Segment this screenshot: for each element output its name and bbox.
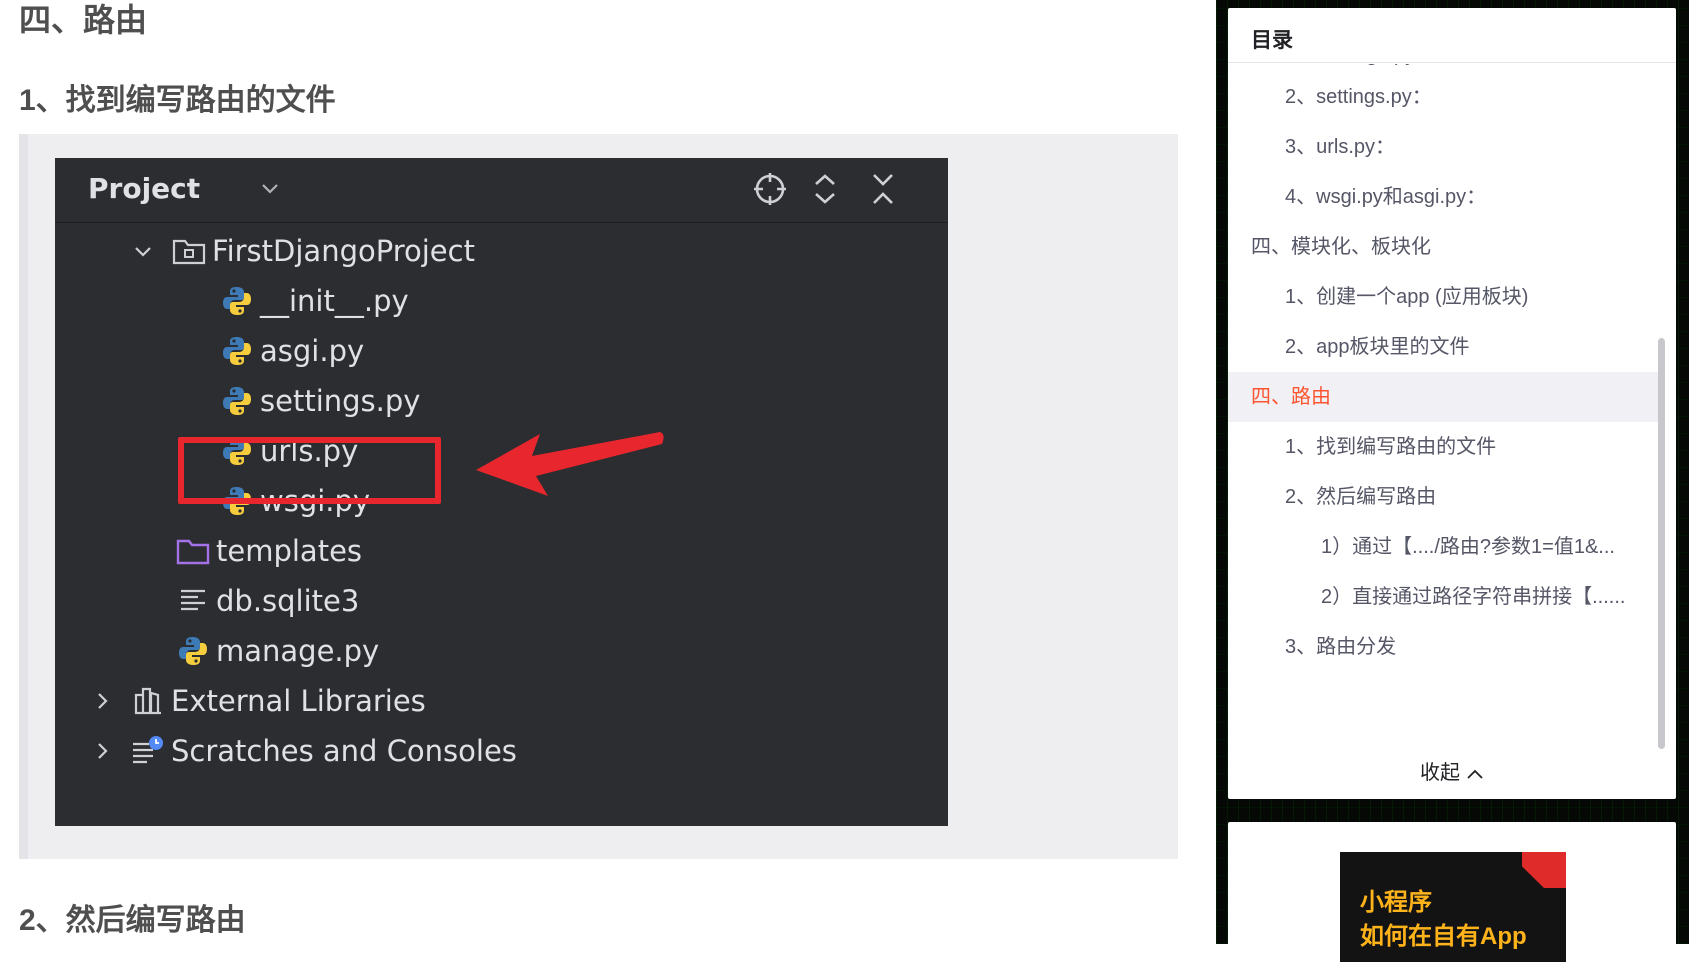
toc-item[interactable]: 4、wsgi.py和asgi.py： bbox=[1228, 172, 1658, 222]
tree-file-init: __init__.py bbox=[218, 281, 409, 321]
toc-item[interactable]: 2、app板块里的文件 bbox=[1228, 322, 1658, 372]
toc-scrollbar[interactable] bbox=[1658, 338, 1665, 749]
ad-subline: 如何在自有App bbox=[1360, 923, 1527, 950]
tree-item-label: External Libraries bbox=[171, 684, 426, 718]
toc-item-active[interactable]: 四、路由 bbox=[1228, 372, 1658, 422]
tree-item-label: settings.py bbox=[260, 384, 421, 418]
red-arrow-icon bbox=[476, 432, 664, 496]
expand-collapse-icon bbox=[815, 174, 835, 204]
collapse-all-icon bbox=[873, 174, 893, 204]
tree-item-label: templates bbox=[216, 534, 363, 568]
chevron-right-icon bbox=[87, 736, 117, 766]
tree-folder-templates: templates bbox=[174, 531, 362, 571]
ide-panel-header: Project bbox=[55, 158, 948, 223]
toc-item[interactable]: 2、settings.py： bbox=[1228, 72, 1658, 122]
tree-scratches: Scratches and Consoles bbox=[87, 731, 517, 771]
toc-item[interactable]: 1、创建一个app (应用板块) bbox=[1228, 272, 1658, 322]
python-icon bbox=[218, 384, 256, 418]
ad-banner[interactable]: 小程序 如何在自有App bbox=[1340, 852, 1566, 962]
chevron-up-icon bbox=[1467, 769, 1483, 779]
chevron-right-icon bbox=[87, 686, 117, 716]
ad-card[interactable]: 小程序 如何在自有App bbox=[1228, 822, 1676, 962]
tree-file-manage: manage.py bbox=[174, 631, 379, 671]
toc-collapse-button[interactable]: 收起 bbox=[1228, 756, 1676, 785]
toc-item[interactable]: 四、模块化、板块化 bbox=[1228, 222, 1658, 272]
tree-item-label: asgi.py bbox=[260, 334, 365, 368]
ide-panel-title: Project bbox=[88, 172, 201, 205]
tree-item-label: Scratches and Consoles bbox=[171, 734, 517, 768]
toc-title: 目录 bbox=[1251, 29, 1293, 52]
scratches-icon bbox=[129, 734, 167, 768]
ad-corner-icon bbox=[1522, 852, 1566, 888]
python-icon bbox=[218, 334, 256, 368]
toc-item[interactable]: 1、找到编写路由的文件 bbox=[1228, 422, 1658, 472]
crosshair-icon bbox=[754, 173, 786, 205]
urls-highlight-box bbox=[178, 437, 441, 504]
toc-item[interactable]: 2、然后编写路由 bbox=[1228, 472, 1658, 522]
libraries-icon bbox=[129, 684, 167, 718]
tree-folder-project: FirstDjangoProject bbox=[128, 231, 475, 271]
table-of-contents: 目录 1、manage.py： 2、settings.py： 3、urls.py… bbox=[1228, 8, 1676, 799]
template-folder-icon bbox=[174, 534, 212, 568]
section-heading: 四、路由 bbox=[19, 2, 148, 38]
python-icon bbox=[218, 284, 256, 318]
toc-item[interactable]: 2）直接通过路径字符串拼接【...... bbox=[1228, 572, 1658, 622]
toc-list[interactable]: 1、manage.py： 2、settings.py： 3、urls.py： 4… bbox=[1228, 64, 1658, 744]
text-file-icon bbox=[174, 584, 212, 618]
sub-heading-find-file: 1、找到编写路由的文件 bbox=[19, 84, 336, 117]
toc-item[interactable]: 1）通过【..../路由?参数1=值1&... bbox=[1228, 522, 1658, 572]
chevron-down-icon bbox=[262, 184, 278, 194]
tree-item-label: db.sqlite3 bbox=[216, 584, 360, 618]
tree-item-label: FirstDjangoProject bbox=[212, 234, 475, 268]
toc-header: 目录 bbox=[1228, 8, 1676, 63]
folder-icon bbox=[170, 234, 208, 268]
toc-item[interactable]: 3、urls.py： bbox=[1228, 122, 1658, 172]
tree-item-label: manage.py bbox=[216, 634, 380, 668]
tree-file-settings: settings.py bbox=[218, 381, 420, 421]
tree-file-asgi: asgi.py bbox=[218, 331, 364, 371]
toc-item[interactable]: 3、路由分发 bbox=[1228, 622, 1658, 672]
tree-item-label: __init__.py bbox=[260, 284, 409, 318]
tree-external-libraries: External Libraries bbox=[87, 681, 426, 721]
python-icon bbox=[174, 634, 212, 668]
chevron-down-icon bbox=[128, 236, 158, 266]
article-content: 四、路由 1、找到编写路由的文件 Project FirstDjangoProj… bbox=[0, 0, 1200, 944]
sub-heading-write-route: 2、然后编写路由 bbox=[19, 904, 246, 937]
tree-file-db: db.sqlite3 bbox=[174, 581, 359, 621]
ad-headline: 小程序 bbox=[1360, 889, 1432, 916]
toc-collapse-label: 收起 bbox=[1420, 762, 1460, 784]
